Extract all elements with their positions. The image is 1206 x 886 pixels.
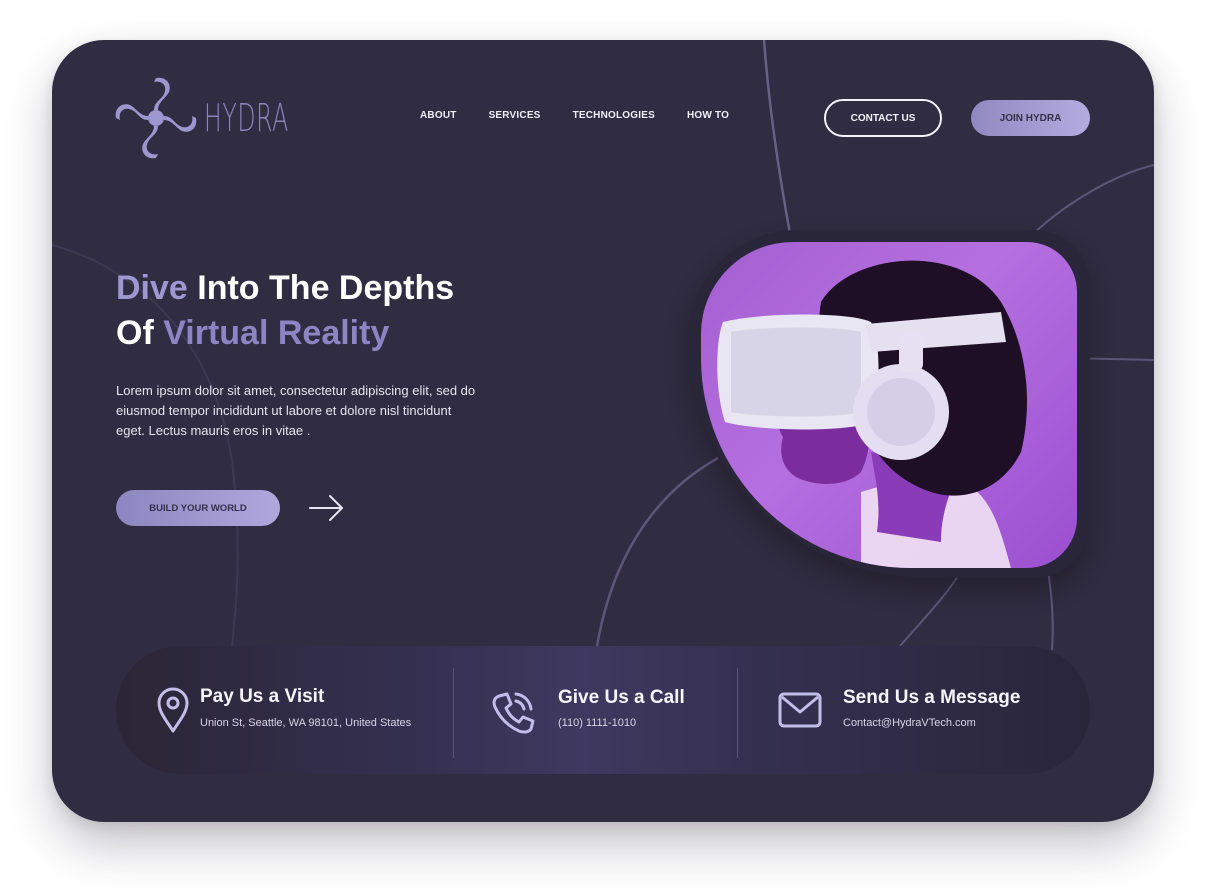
hero-description: Lorem ipsum dolor sit amet, consectetur … [116,383,476,438]
mail-icon [778,692,822,728]
join-hydra-button[interactable]: JOIN HYDRA [971,100,1090,136]
nav-services[interactable]: SERVICES [489,110,541,121]
contact-us-button[interactable]: CONTACT US [824,99,942,137]
hero-title-part-1: Into The Depths [187,269,455,307]
hero-title-highlight-1: Dive [116,269,188,307]
location-pin-icon [157,687,189,733]
hero-title-part-2: Of [116,314,164,352]
contact-call-phone[interactable]: (110) 1111-1010 [558,717,636,729]
contact-bar: Pay Us a Visit Union St, Seattle, WA 981… [116,646,1090,774]
brand-logo[interactable]: HYDRA [114,76,288,160]
nav-how-to[interactable]: HOW TO [687,110,729,121]
landing-page-card: HYDRA ABOUT SERVICES TECHNOLOGIES HOW TO… [52,40,1154,822]
contact-message-title: Send Us a Message [843,687,1021,708]
nav-about[interactable]: ABOUT [420,110,457,121]
contact-divider [453,668,454,758]
hydra-swirl-logo-icon [115,77,197,159]
main-nav: ABOUT SERVICES TECHNOLOGIES HOW TO [420,110,761,121]
contact-call-title: Give Us a Call [558,687,685,708]
contact-visit-title: Pay Us a Visit [200,686,325,707]
arrow-right-icon[interactable] [308,493,346,523]
contact-visit-address: Union St, Seattle, WA 98101, United Stat… [200,717,412,729]
contact-message-email[interactable]: Contact@HydraVTech.com [843,717,976,729]
phone-icon [492,692,535,734]
contact-divider [737,668,738,758]
brand-name: HYDRA [204,96,289,140]
nav-technologies[interactable]: TECHNOLOGIES [573,110,655,121]
hero-title: Dive Into The Depths Of Virtual Reality [116,266,536,356]
person-wearing-vr-headset-photo [701,242,1077,568]
build-your-world-button[interactable]: BUILD YOUR WORLD [116,490,280,526]
hero-title-highlight-2: Virtual Reality [163,314,390,352]
